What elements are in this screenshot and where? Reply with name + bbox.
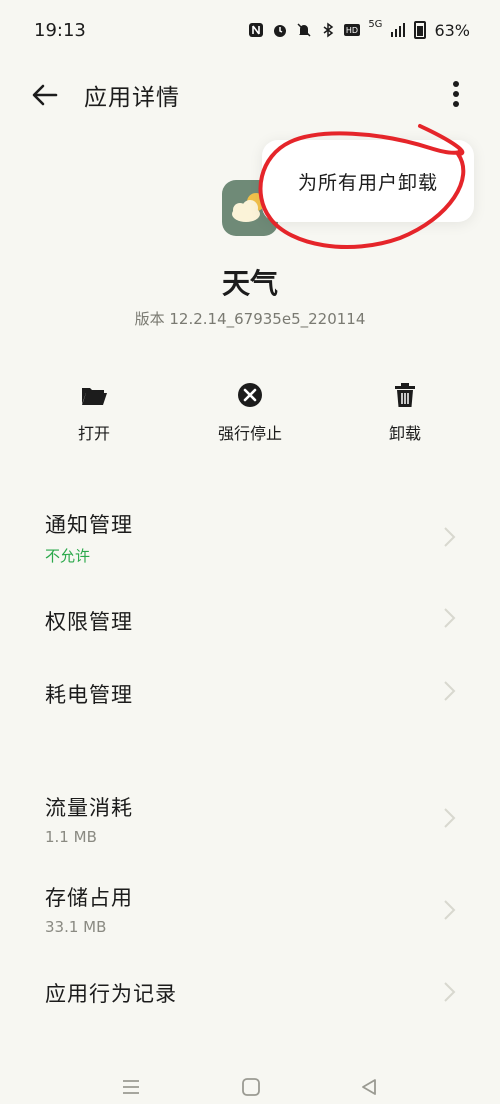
force-stop-label: 强行停止 (217, 424, 282, 443)
list-item-subtitle: 33.1 MB (45, 918, 107, 936)
nfc-icon (249, 23, 264, 37)
folder-open-icon (82, 388, 107, 405)
more-vert-icon[interactable] (444, 76, 468, 112)
bluetooth-icon (323, 22, 334, 38)
chevron-right-icon (444, 900, 456, 920)
uninstall-button[interactable]: 卸载 (345, 380, 465, 444)
chevron-right-icon (444, 527, 456, 547)
app-version: 版本 12.2.14_67935e5_220114 (134, 310, 366, 328)
status-time: 19:13 (34, 19, 86, 41)
network-type: 5G (368, 18, 383, 30)
signal-icon (391, 23, 406, 37)
list-item-subtitle: 1.1 MB (45, 828, 97, 846)
chevron-right-icon (444, 608, 456, 628)
list-item-title: 应用行为记录 (45, 982, 177, 1006)
mute-icon (297, 23, 311, 37)
page-title: 应用详情 (84, 85, 180, 111)
list-item-subtitle: 不允许 (45, 547, 91, 565)
list-item-title: 耗电管理 (45, 683, 133, 707)
chevron-right-icon (444, 808, 456, 828)
hd-icon: HD (344, 24, 361, 36)
uninstall-label: 卸载 (388, 424, 421, 443)
chevron-right-icon (444, 681, 456, 701)
status-bar: 19:13 HD 5G 63% (0, 0, 500, 60)
list-item-title: 通知管理 (45, 513, 133, 537)
action-row: 打开 强行停止 卸载 (0, 380, 500, 450)
open-button[interactable]: 打开 (34, 380, 154, 444)
navigation-bar (0, 1070, 500, 1104)
app-header: 应用详情 (0, 64, 500, 124)
uninstall-all-users-menu-item[interactable]: 为所有用户卸载 (298, 168, 438, 195)
trash-icon (395, 383, 415, 407)
list-item-storage[interactable]: 存储占用 33.1 MB (0, 878, 500, 958)
menu-icon[interactable] (120, 1076, 142, 1098)
chevron-right-icon (444, 982, 456, 1002)
list-item-title: 存储占用 (45, 886, 133, 910)
open-label: 打开 (77, 424, 110, 443)
status-icons: HD 5G 63% (248, 18, 470, 40)
alarm-icon (274, 25, 287, 37)
back-arrow-icon[interactable] (28, 78, 62, 112)
back-triangle-icon[interactable] (358, 1076, 380, 1098)
app-name: 天气 (221, 267, 278, 300)
list-item-data-usage[interactable]: 流量消耗 1.1 MB (0, 788, 500, 868)
force-stop-button[interactable]: 强行停止 (190, 380, 310, 444)
list-item-battery[interactable]: 耗电管理 (0, 673, 500, 733)
battery-icon (414, 21, 427, 39)
list-item-title: 权限管理 (45, 610, 133, 634)
home-icon[interactable] (240, 1076, 262, 1098)
popup-menu: 为所有用户卸载 (262, 140, 474, 222)
svg-text:HD: HD (346, 26, 358, 35)
list-item-permissions[interactable]: 权限管理 (0, 600, 500, 660)
list-item-notification[interactable]: 通知管理 不允许 (0, 505, 500, 585)
list-item-app-behavior[interactable]: 应用行为记录 (0, 974, 500, 1034)
battery-level: 63% (434, 20, 470, 40)
list-item-title: 流量消耗 (45, 796, 133, 820)
force-stop-icon (238, 383, 262, 407)
